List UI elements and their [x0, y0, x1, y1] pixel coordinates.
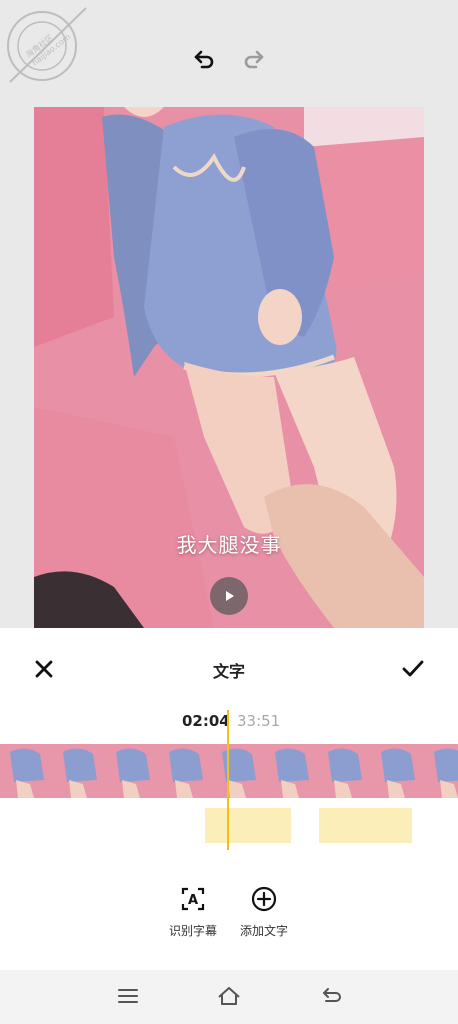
add-circle-icon [251, 886, 277, 912]
undo-icon [194, 50, 214, 69]
recognize-subtitles-label: 识别字幕 [168, 924, 217, 938]
nav-menu-button[interactable] [114, 984, 142, 1008]
preview-area: 海角社区 haijiao.com 我大腿没事 [0, 0, 458, 628]
recognize-subtitles-icon: A [181, 887, 205, 911]
filmstrip-frame [424, 744, 458, 798]
filmstrip-frame [159, 744, 212, 798]
confirm-button[interactable] [400, 657, 426, 681]
filmstrip-frame [212, 744, 265, 798]
total-duration: 33:51 [237, 712, 281, 730]
add-text-label: 添加文字 [239, 924, 288, 938]
undo-button[interactable] [190, 45, 218, 73]
video-subtitle[interactable]: 我大腿没事 [34, 529, 424, 558]
play-button[interactable] [210, 577, 248, 615]
filmstrip-frame [0, 744, 53, 798]
nav-home-button[interactable] [215, 984, 243, 1008]
home-icon [218, 987, 240, 1005]
panel-title: 文字 [212, 662, 245, 681]
filmstrip-frame [318, 744, 371, 798]
playhead[interactable] [227, 710, 229, 850]
menu-icon [118, 989, 138, 1003]
nav-back-button[interactable] [318, 984, 346, 1008]
text-editor-panel: 文字 02:04 33:51 A 识别字幕 添加文字 [0, 628, 458, 970]
system-navigation-bar [0, 970, 458, 1024]
filmstrip-frame [106, 744, 159, 798]
filmstrip-frame [265, 744, 318, 798]
video-preview[interactable]: 我大腿没事 [34, 107, 424, 628]
filmstrip-frame [53, 744, 106, 798]
current-time: 02:04 [182, 712, 230, 730]
text-clip[interactable] [319, 808, 412, 843]
back-icon [323, 988, 341, 1002]
checkmark-icon [402, 660, 424, 677]
redo-icon [244, 50, 264, 69]
text-clip[interactable] [205, 808, 291, 843]
filmstrip-frame [371, 744, 424, 798]
add-text-button[interactable]: 添加文字 [229, 886, 299, 946]
watermark-logo: 海角社区 haijiao.com [2, 2, 90, 90]
play-icon [226, 591, 234, 601]
video-filmstrip[interactable] [0, 744, 458, 798]
text-track [0, 800, 458, 854]
recognize-subtitles-button[interactable]: A 识别字幕 [158, 886, 228, 946]
redo-button[interactable] [240, 45, 268, 73]
svg-text:A: A [188, 893, 198, 908]
